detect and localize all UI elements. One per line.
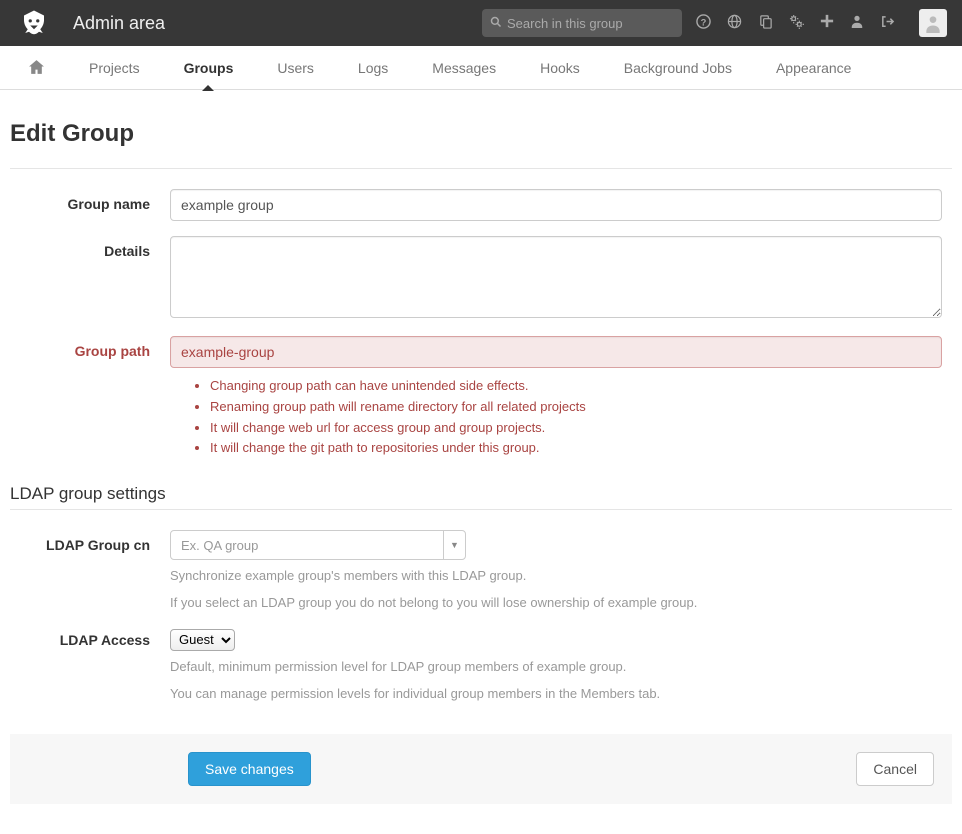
row-group-path: Group path Changing group path can have … <box>10 336 952 459</box>
input-details[interactable] <box>170 236 942 318</box>
copy-icon[interactable] <box>758 14 773 33</box>
label-ldap-cn: LDAP Group cn <box>10 530 170 614</box>
label-details: Details <box>10 236 170 321</box>
tab-appearance[interactable]: Appearance <box>754 46 874 90</box>
tab-projects[interactable]: Projects <box>67 46 162 90</box>
cancel-button[interactable]: Cancel <box>856 752 934 786</box>
gears-icon[interactable] <box>789 14 804 33</box>
tab-groups[interactable]: Groups <box>162 46 256 90</box>
group-path-warnings: Changing group path can have unintended … <box>170 376 942 459</box>
ldap-access-select[interactable]: Guest <box>170 629 235 651</box>
chevron-down-icon[interactable]: ▼ <box>443 531 465 559</box>
header-title: Admin area <box>73 13 165 34</box>
warning-item: Renaming group path will rename director… <box>210 397 942 418</box>
help-icon[interactable]: ? <box>696 14 711 33</box>
ldap-cn-input[interactable] <box>171 538 443 553</box>
label-ldap-access: LDAP Access <box>10 629 170 705</box>
globe-icon[interactable] <box>727 14 742 33</box>
tab-background-jobs[interactable]: Background Jobs <box>602 46 754 90</box>
tab-users[interactable]: Users <box>255 46 336 90</box>
home-tab[interactable] <box>28 46 57 90</box>
ldap-cn-help2: If you select an LDAP group you do not b… <box>170 593 942 614</box>
actions-bar: Save changes Cancel <box>10 734 952 804</box>
ldap-cn-help1: Synchronize example group's members with… <box>170 566 942 587</box>
label-group-name: Group name <box>10 189 170 221</box>
input-group-name[interactable] <box>170 189 942 221</box>
nav-tabs: Projects Groups Users Logs Messages Hook… <box>0 46 962 90</box>
ldap-cn-combo[interactable]: ▼ <box>170 530 466 560</box>
user-icon[interactable] <box>850 14 864 32</box>
row-details: Details <box>10 236 952 321</box>
signout-icon[interactable] <box>880 14 895 33</box>
input-group-path[interactable] <box>170 336 942 368</box>
search-input[interactable] <box>507 16 674 31</box>
content: Edit Group Group name Details Group path… <box>0 90 962 834</box>
header-icons: ? <box>696 9 947 37</box>
ldap-section-title: LDAP group settings <box>10 484 952 504</box>
row-ldap-access: LDAP Access Guest Default, minimum permi… <box>10 629 952 705</box>
ldap-access-help2: You can manage permission levels for ind… <box>170 684 942 705</box>
plus-icon[interactable] <box>820 14 834 32</box>
row-ldap-cn: LDAP Group cn ▼ Synchronize example grou… <box>10 530 952 614</box>
warning-item: It will change the git path to repositor… <box>210 438 942 459</box>
page-title: Edit Group <box>10 120 952 148</box>
row-group-name: Group name <box>10 189 952 221</box>
warning-item: It will change web url for access group … <box>210 418 942 439</box>
save-button[interactable]: Save changes <box>188 752 311 786</box>
warning-item: Changing group path can have unintended … <box>210 376 942 397</box>
label-group-path: Group path <box>10 336 170 459</box>
avatar[interactable] <box>919 9 947 37</box>
search-box[interactable] <box>482 9 682 37</box>
divider <box>10 509 952 510</box>
divider <box>10 168 952 169</box>
tab-messages[interactable]: Messages <box>410 46 518 90</box>
app-logo[interactable] <box>15 4 53 42</box>
ldap-access-help1: Default, minimum permission level for LD… <box>170 657 942 678</box>
svg-text:?: ? <box>701 17 707 27</box>
top-header: Admin area ? <box>0 0 962 46</box>
tab-hooks[interactable]: Hooks <box>518 46 602 90</box>
search-icon <box>490 16 502 31</box>
tab-logs[interactable]: Logs <box>336 46 410 90</box>
